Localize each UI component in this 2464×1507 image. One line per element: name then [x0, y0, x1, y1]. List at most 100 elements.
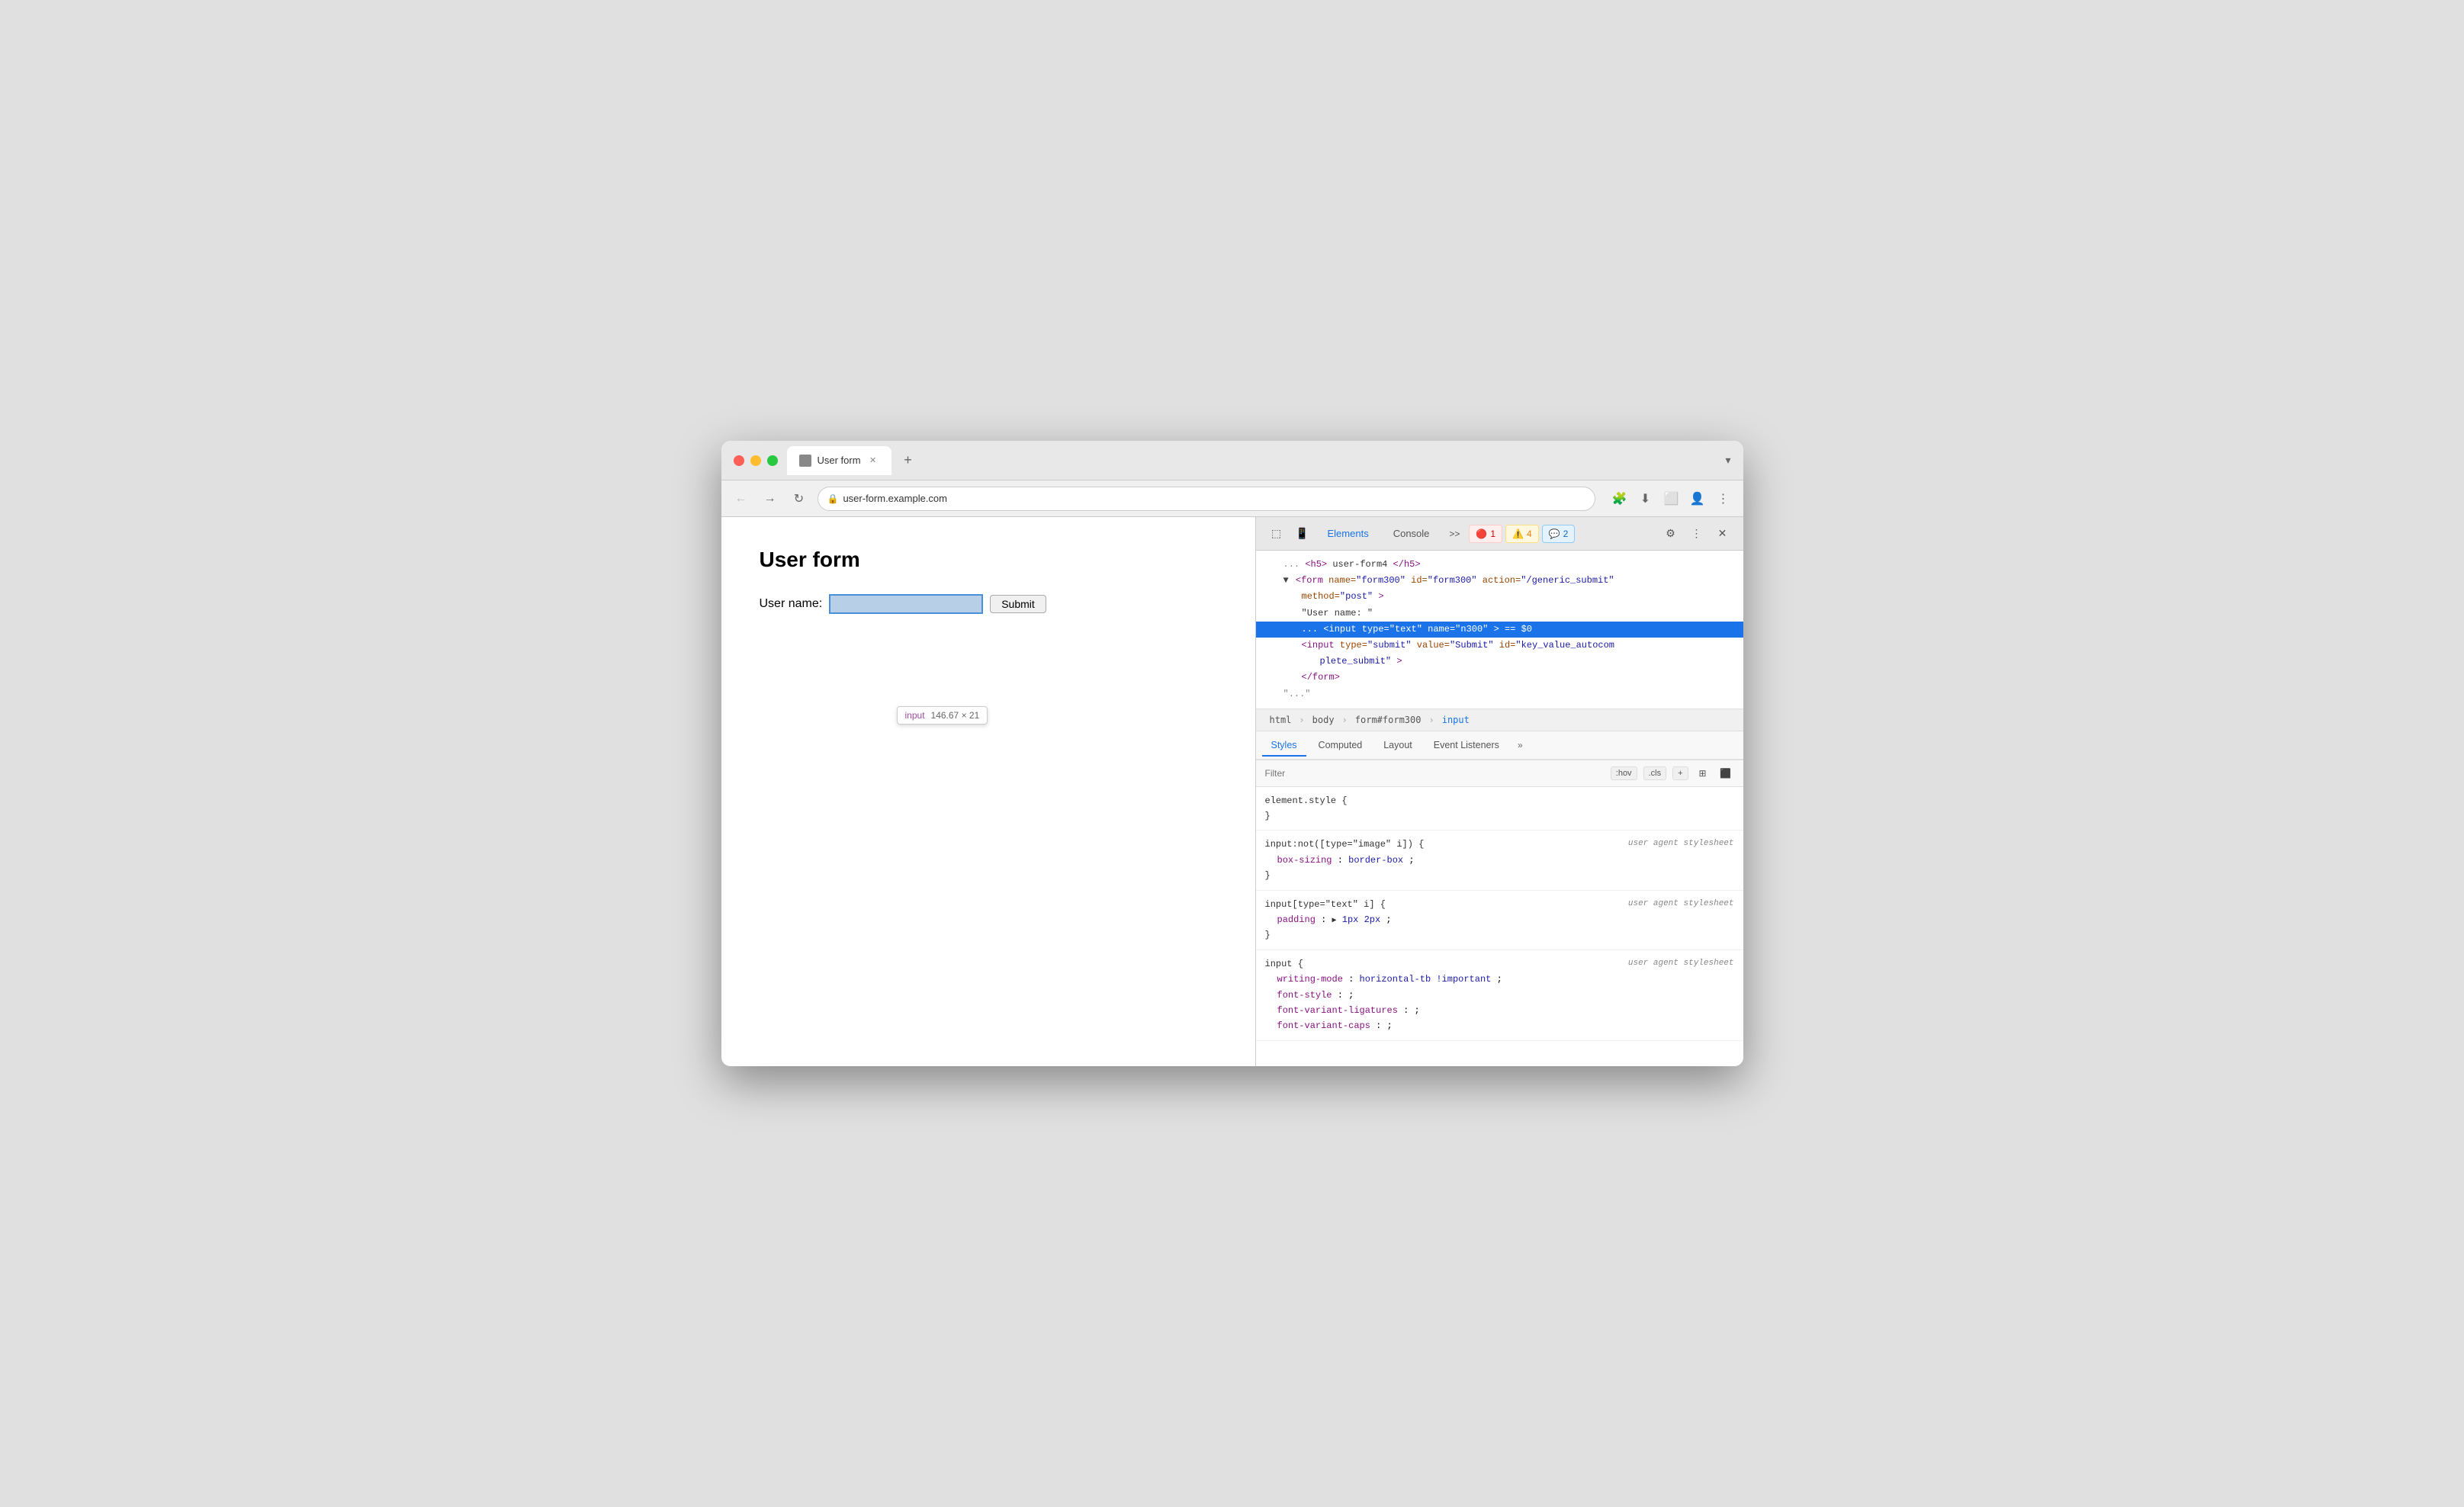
toggle-sidebar-button[interactable]: ⬛ [1717, 765, 1734, 782]
css-prop-line: font-variant-caps : ; [1265, 1018, 1734, 1033]
css-selector-line: user agent stylesheet input:not([type="i… [1265, 837, 1734, 852]
styles-filter-input[interactable] [1265, 768, 1605, 779]
dom-tree: ... <h5> user-form4 </h5> ▼ <form name="… [1256, 551, 1743, 709]
subtab-event-listeners[interactable]: Event Listeners [1425, 735, 1508, 755]
back-button[interactable]: ← [731, 488, 752, 509]
url-bar[interactable]: 🔒 user-form.example.com [818, 487, 1595, 511]
css-selector: element.style { [1265, 793, 1734, 808]
submit-button[interactable]: Submit [990, 595, 1046, 613]
info-badge[interactable]: 💬 2 [1542, 525, 1576, 543]
subtab-layout[interactable]: Layout [1374, 735, 1422, 755]
download-button[interactable]: ⬇ [1635, 488, 1656, 509]
css-rule-input-text: user agent stylesheet input[type="text" … [1256, 891, 1743, 950]
css-selector-line: user agent stylesheet input[type="text" … [1265, 897, 1734, 912]
css-close: } [1265, 868, 1734, 883]
dom-line[interactable]: "..." [1256, 686, 1743, 702]
subtab-styles[interactable]: Styles [1262, 735, 1306, 757]
new-tab-button[interactable]: + [898, 450, 919, 471]
username-input[interactable] [830, 595, 982, 613]
css-prop-line: box-sizing : border-box ; [1265, 853, 1734, 868]
page-content: User form User name: Submit input 146.67… [721, 517, 1255, 1066]
styles-panel: element.style { } user agent stylesheet … [1256, 787, 1743, 1066]
input-tooltip: input 146.67 × 21 [897, 706, 988, 725]
tab-title: User form [818, 455, 861, 466]
maximize-button[interactable] [767, 455, 778, 466]
split-view-button[interactable]: ⬜ [1661, 488, 1682, 509]
error-icon: 🔴 [1476, 529, 1487, 539]
css-close: } [1265, 808, 1734, 824]
more-button[interactable]: ⋮ [1713, 488, 1734, 509]
tabs-bar: User form ✕ + ▾ [787, 446, 1731, 475]
tab-elements[interactable]: Elements [1317, 523, 1380, 544]
browser-window: User form ✕ + ▾ ← → ↻ 🔒 user-form.exampl… [721, 441, 1743, 1066]
browser-actions: 🧩 ⬇ ⬜ 👤 ⋮ [1609, 488, 1734, 509]
title-bar: User form ✕ + ▾ [721, 441, 1743, 480]
info-count: 2 [1563, 529, 1569, 539]
more-tabs[interactable]: >> [1443, 525, 1466, 542]
settings-button[interactable]: ⚙ [1659, 522, 1682, 545]
breadcrumb-bar: html › body › form#form300 › input [1256, 709, 1743, 731]
breadcrumb-html[interactable]: html [1265, 713, 1296, 727]
tab-favicon-icon [799, 455, 811, 467]
dom-line[interactable]: method="post" > [1256, 589, 1743, 605]
css-selector: input:not([type="image" i]) { [1265, 839, 1425, 850]
forward-button[interactable]: → [760, 488, 781, 509]
close-devtools-button[interactable]: ✕ [1711, 522, 1734, 545]
page-title: User form [760, 548, 1217, 572]
devtools-tabs: ⬚ 📱 Elements Console >> 🔴 1 ⚠️ 4 💬 2 [1256, 517, 1743, 551]
breadcrumb-body[interactable]: body [1308, 713, 1339, 727]
warning-badge[interactable]: ⚠️ 4 [1505, 525, 1539, 543]
cls-button[interactable]: .cls [1643, 766, 1667, 780]
css-prop-line: writing-mode : horizontal-tb !important … [1265, 972, 1734, 987]
hov-button[interactable]: :hov [1611, 766, 1637, 780]
dom-line[interactable]: ▼ <form name="form300" id="form300" acti… [1256, 573, 1743, 589]
css-rules: element.style { } user agent stylesheet … [1256, 787, 1743, 1056]
tab-close-button[interactable]: ✕ [867, 455, 879, 467]
css-origin: user agent stylesheet [1628, 956, 1734, 971]
css-close: } [1265, 927, 1734, 943]
reload-button[interactable]: ↻ [789, 488, 810, 509]
minimize-button[interactable] [750, 455, 761, 466]
devtools-more-button[interactable]: ⋮ [1685, 522, 1708, 545]
css-prop-line: font-variant-ligatures : ; [1265, 1003, 1734, 1018]
ellipsis: ... [1283, 559, 1300, 570]
url-text: user-form.example.com [843, 493, 947, 504]
warning-icon: ⚠️ [1512, 529, 1524, 539]
css-origin: user agent stylesheet [1628, 837, 1734, 851]
css-rule-input-not-image: user agent stylesheet input:not([type="i… [1256, 831, 1743, 890]
close-button[interactable] [734, 455, 744, 466]
device-toggle-button[interactable]: 📱 [1291, 522, 1314, 545]
subtab-computed[interactable]: Computed [1309, 735, 1372, 755]
breadcrumb-form[interactable]: form#form300 [1351, 713, 1426, 727]
active-tab[interactable]: User form ✕ [787, 446, 891, 475]
tab-menu-button[interactable]: ▾ [1725, 454, 1730, 467]
tab-console[interactable]: Console [1383, 523, 1441, 544]
filter-bar: :hov .cls + ⊞ ⬛ [1256, 760, 1743, 787]
new-style-rule-button[interactable]: ⊞ [1695, 765, 1711, 782]
css-prop-line: padding : ▶ 1px 2px ; [1265, 912, 1734, 927]
css-selector: input { [1265, 959, 1303, 969]
css-rule-input: user agent stylesheet input { writing-mo… [1256, 950, 1743, 1041]
dom-line[interactable]: ... <h5> user-form4 </h5> [1256, 557, 1743, 573]
form-row: User name: Submit [760, 595, 1217, 613]
error-badge[interactable]: 🔴 1 [1469, 525, 1502, 543]
inspect-element-button[interactable]: ⬚ [1265, 522, 1288, 545]
subtab-more[interactable]: » [1511, 737, 1529, 754]
dom-line[interactable]: </form> [1256, 670, 1743, 686]
dom-line[interactable]: "User name: " [1256, 606, 1743, 622]
css-selector-line: user agent stylesheet input { [1265, 956, 1734, 972]
tooltip-tag: input [905, 710, 925, 721]
devtools-actions: ⚙ ⋮ ✕ [1659, 522, 1734, 545]
extensions-button[interactable]: 🧩 [1609, 488, 1630, 509]
dom-line[interactable]: <input type="submit" value="Submit" id="… [1256, 638, 1743, 654]
tooltip-size: 146.67 × 21 [931, 710, 980, 721]
css-prop-line: font-style : ; [1265, 988, 1734, 1003]
dom-line[interactable]: plete_submit" > [1256, 654, 1743, 670]
info-icon: 💬 [1549, 529, 1560, 539]
main-area: User form User name: Submit input 146.67… [721, 517, 1743, 1066]
profile-button[interactable]: 👤 [1687, 488, 1708, 509]
add-style-button[interactable]: + [1672, 766, 1688, 780]
breadcrumb-input[interactable]: input [1438, 713, 1474, 727]
css-rule-element-style: element.style { } [1256, 787, 1743, 831]
dom-line-selected[interactable]: ... <input type="text" name="n300" > == … [1256, 622, 1743, 638]
